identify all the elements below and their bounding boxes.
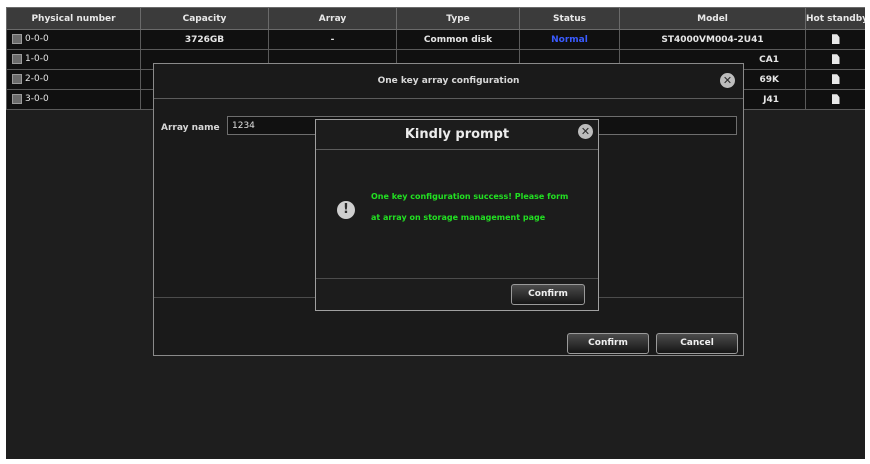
model-cell: ST4000VM004-2U41 xyxy=(619,29,806,50)
col-array: Array xyxy=(268,7,397,30)
dialog-title: One key array configuration xyxy=(154,64,743,99)
physical-number: 1-0-0 xyxy=(25,54,49,65)
physical-number: 0-0-0 xyxy=(25,34,49,45)
storage-screen: Physical number Capacity Array Type Stat… xyxy=(6,7,865,459)
prompt-confirm-button[interactable]: Confirm xyxy=(511,284,585,305)
checkbox[interactable] xyxy=(12,54,22,65)
close-icon[interactable]: ✕ xyxy=(578,124,593,139)
kindly-prompt-dialog: Kindly prompt ✕ ! One key configuration … xyxy=(315,119,599,311)
status-cell: Normal xyxy=(519,29,620,50)
array-name-label: Array name xyxy=(161,123,220,133)
warning-icon: ! xyxy=(337,201,355,219)
col-physical-number: Physical number xyxy=(6,7,141,30)
array-cell: - xyxy=(268,29,397,50)
checkbox[interactable] xyxy=(12,34,22,45)
checkbox[interactable] xyxy=(12,94,22,105)
cancel-button[interactable]: Cancel xyxy=(656,333,738,354)
disk-icon[interactable] xyxy=(831,34,840,45)
col-status: Status xyxy=(519,7,620,30)
disk-icon[interactable] xyxy=(831,94,840,105)
prompt-message-line-2: at array on storage management page xyxy=(371,213,546,222)
table-row: 0-0-0 3726GB - Common disk Normal ST4000… xyxy=(6,29,865,50)
table-header-row: Physical number Capacity Array Type Stat… xyxy=(6,7,865,30)
divider xyxy=(316,278,598,279)
physical-number: 3-0-0 xyxy=(25,94,49,105)
col-capacity: Capacity xyxy=(140,7,269,30)
prompt-title: Kindly prompt xyxy=(316,120,598,150)
hot-standby-cell xyxy=(805,49,865,70)
col-type: Type xyxy=(396,7,520,30)
col-model: Model xyxy=(619,7,806,30)
hot-standby-cell xyxy=(805,89,865,110)
col-hot-standby: Hot standby xyxy=(805,7,865,30)
disk-icon[interactable] xyxy=(831,54,840,65)
close-icon[interactable]: ✕ xyxy=(720,73,735,88)
physical-number: 2-0-0 xyxy=(25,74,49,85)
hot-standby-cell xyxy=(805,29,865,50)
checkbox[interactable] xyxy=(12,74,22,85)
physical-number-cell: 0-0-0 xyxy=(6,29,141,50)
confirm-button[interactable]: Confirm xyxy=(567,333,649,354)
type-cell: Common disk xyxy=(396,29,520,50)
capacity-cell: 3726GB xyxy=(140,29,269,50)
physical-number-cell: 2-0-0 xyxy=(6,69,141,90)
prompt-message-line-1: One key configuration success! Please fo… xyxy=(371,192,569,201)
physical-number-cell: 1-0-0 xyxy=(6,49,141,70)
physical-number-cell: 3-0-0 xyxy=(6,89,141,110)
disk-icon[interactable] xyxy=(831,74,840,85)
hot-standby-cell xyxy=(805,69,865,90)
